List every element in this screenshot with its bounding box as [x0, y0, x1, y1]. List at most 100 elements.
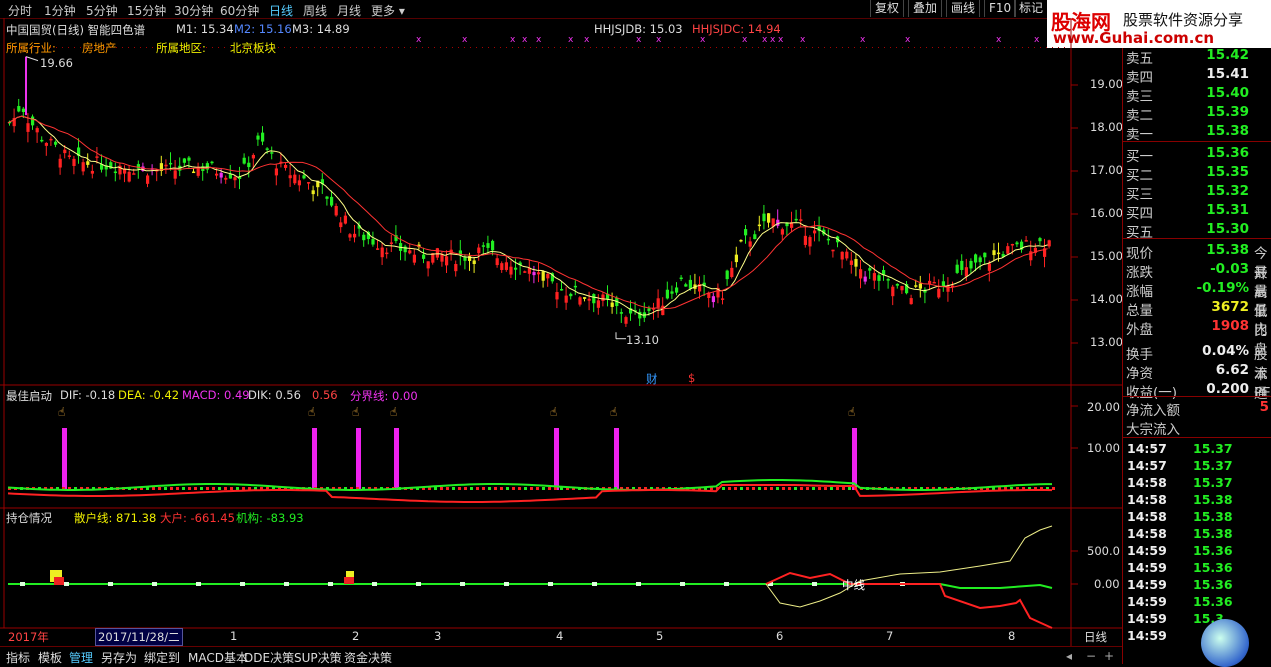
candle-body	[974, 254, 978, 263]
macd-bar	[494, 487, 497, 490]
dotted-guide	[674, 47, 675, 48]
tab-fund[interactable]: 资金决策	[344, 649, 392, 666]
macd-bar	[446, 487, 449, 490]
chart-area[interactable]: xxxxxxxxxxxxxxxxxxx ☝ ☝ ☝ ☝ ☝ ☝ ☝	[0, 18, 1122, 646]
zoom-in-icon[interactable]: +	[1104, 649, 1114, 663]
candle-body	[380, 247, 384, 258]
ask-row[interactable]: 卖一 15.38	[1123, 122, 1271, 143]
dotted-guide	[944, 47, 945, 48]
candle-body	[49, 138, 53, 141]
tab-1min[interactable]: 1分钟	[44, 2, 76, 19]
mark-button[interactable]: 标记	[1014, 0, 1049, 17]
candle-body	[813, 230, 817, 234]
ask-label: 卖四	[1126, 70, 1153, 86]
bid-row[interactable]: 买四 15.31	[1123, 201, 1271, 222]
tab-5min[interactable]: 5分钟	[86, 2, 118, 19]
candle-body	[895, 283, 899, 286]
dotted-guide	[950, 47, 951, 48]
ask-row[interactable]: 卖二 15.39	[1123, 103, 1271, 124]
dividend-event-icon[interactable]: $	[688, 371, 695, 385]
tab-dde[interactable]: DDE决策	[244, 649, 294, 666]
macd-bar	[728, 487, 731, 490]
retail-marker	[346, 571, 354, 578]
netflow-value: 5	[1259, 399, 1269, 415]
dotted-guide	[320, 47, 321, 48]
candle-body	[638, 311, 642, 319]
restore-rights-button[interactable]: 复权	[870, 0, 905, 17]
dotted-guide	[962, 47, 963, 48]
ask-row[interactable]: 卖四 15.41	[1123, 65, 1271, 86]
macd-bar	[506, 487, 509, 490]
tab-manage[interactable]: 管理	[69, 649, 93, 666]
candle-body	[573, 285, 577, 288]
avatar[interactable]	[1201, 619, 1249, 667]
hhjsjdb-value: HHJSJDB: 15.03	[594, 22, 683, 36]
candle-body	[647, 308, 651, 311]
bid-row[interactable]: 买五 15.30	[1123, 220, 1271, 241]
overlay-button[interactable]: 叠加	[908, 0, 943, 17]
ask-label: 卖一	[1126, 127, 1153, 143]
dotted-guide	[632, 47, 633, 48]
tick-row: 14:59 15.3	[1123, 610, 1271, 628]
tab-60min[interactable]: 60分钟	[220, 2, 259, 19]
ask-row[interactable]: 卖五 15.42	[1123, 46, 1271, 67]
candle-body	[514, 267, 518, 270]
tick-time: 14:58	[1127, 509, 1167, 524]
dotted-guide	[356, 47, 357, 48]
candle-body	[914, 285, 918, 287]
tab-weekly[interactable]: 周线	[303, 2, 327, 19]
dotted-guide	[326, 47, 327, 48]
candle-body	[127, 171, 131, 182]
candle-body	[840, 251, 844, 260]
f10-button[interactable]: F10	[984, 0, 1017, 17]
price-tick-label: 13.00	[1090, 335, 1123, 349]
tab-save-as[interactable]: 另存为	[101, 649, 137, 666]
big-holder-value: 大户: -661.45	[160, 511, 235, 525]
tick-price: 15.36	[1193, 594, 1233, 609]
tab-monthly[interactable]: 月线	[337, 2, 361, 19]
ask-label: 卖三	[1126, 89, 1153, 105]
tab-15min[interactable]: 15分钟	[127, 2, 166, 19]
tick-price: 15.37	[1193, 441, 1233, 456]
dotted-guide	[908, 47, 909, 48]
candle-body	[987, 263, 991, 271]
tab-intraday[interactable]: 分时	[8, 2, 32, 19]
candle-body	[744, 229, 748, 236]
dotted-guide	[770, 47, 771, 48]
dotted-guide	[392, 47, 393, 48]
dotted-guide	[872, 47, 873, 48]
candle-body	[849, 260, 853, 265]
tab-30min[interactable]: 30分钟	[174, 2, 213, 19]
divider	[1123, 396, 1271, 397]
dotted-guide	[662, 47, 663, 48]
candle-body	[596, 300, 600, 308]
stat-label: 涨跌	[1126, 265, 1153, 281]
dotted-guide	[350, 47, 351, 48]
scroll-left-icon[interactable]: ◂	[1066, 649, 1072, 663]
candle-body	[251, 154, 255, 159]
dotted-guide	[398, 47, 399, 48]
bid-row[interactable]: 买二 15.35	[1123, 163, 1271, 184]
chart-title: 中国国贸(日线) 智能四色谱	[6, 23, 146, 37]
zoom-out-icon[interactable]: −	[1086, 649, 1096, 663]
draw-line-button[interactable]: 画线	[946, 0, 981, 17]
macd-bar	[200, 487, 203, 490]
tab-macd-basic[interactable]: MACD基本	[188, 649, 248, 666]
bid-row[interactable]: 买三 15.32	[1123, 182, 1271, 203]
tab-bind-to[interactable]: 绑定到	[144, 649, 180, 666]
period-label[interactable]: 日线	[1084, 629, 1107, 645]
tab-more[interactable]: 更多 ▾	[371, 2, 405, 19]
tab-daily[interactable]: 日线	[269, 2, 293, 19]
dotted-guide	[914, 47, 915, 48]
ask-row[interactable]: 卖三 15.40	[1123, 84, 1271, 105]
finance-event-icon[interactable]: 财	[646, 371, 658, 387]
position-panel-title: 持仓情况	[6, 511, 52, 525]
dotted-guide	[1016, 47, 1017, 48]
tab-template[interactable]: 模板	[38, 649, 62, 666]
bid-row[interactable]: 买一 15.36	[1123, 144, 1271, 165]
tab-indicator[interactable]: 指标	[6, 649, 30, 666]
dotted-guide	[212, 47, 213, 48]
tab-sup[interactable]: SUP决策	[294, 649, 342, 666]
candle-body	[978, 257, 982, 263]
dotted-guide	[530, 47, 531, 48]
